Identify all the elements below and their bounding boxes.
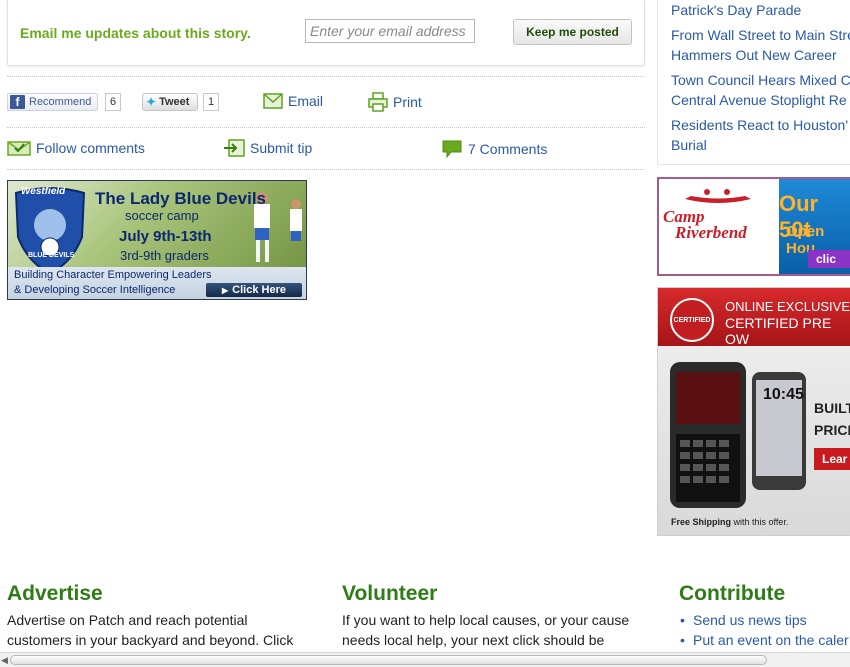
- follow-comments-label: Follow comments: [36, 140, 145, 156]
- tweet-label: Tweet: [159, 96, 190, 108]
- logo-bottom-text: BLUE DEVILS: [28, 252, 75, 259]
- advertise-text-2: customers in your backyard and beyond. C…: [7, 632, 294, 648]
- phone-ad-line-1: ONLINE EXCLUSIVE: [725, 299, 850, 314]
- free-shipping-note: Free Shipping with this offer.: [671, 517, 788, 527]
- phone-ad-price: PRICE: [814, 422, 850, 438]
- phone-clock: 10:45: [763, 386, 804, 403]
- speech-bubble-icon: [442, 140, 462, 159]
- print-link[interactable]: Print: [368, 92, 422, 112]
- tweet-button[interactable]: ✦ Tweet: [142, 93, 198, 111]
- submit-arrow-icon: [224, 139, 245, 157]
- ad-subtitle: soccer camp: [125, 208, 199, 223]
- volunteer-heading[interactable]: Volunteer: [342, 582, 662, 606]
- recommend-label: Recommend: [29, 96, 92, 108]
- camp-riverbend-brand: Camp Riverbend: [663, 208, 747, 242]
- tweet-count: 1: [203, 93, 220, 111]
- print-label: Print: [393, 94, 422, 110]
- scroll-left-arrow-icon[interactable]: ◀: [1, 655, 8, 666]
- email-label: Email: [288, 93, 324, 109]
- contribute-section: Contribute Send us news tips Put an even…: [679, 582, 850, 650]
- ad-tagline-1: Building Character Empowering Leaders: [14, 269, 212, 281]
- play-triangle-icon: ▶: [222, 285, 229, 295]
- divider: [7, 169, 645, 170]
- related-link[interactable]: From Wall Street to Main Stre: [671, 25, 850, 45]
- related-link[interactable]: Residents React to Houston': [671, 115, 848, 135]
- related-stories-list: Patrick's Day Parade From Wall Street to…: [657, 0, 850, 165]
- related-link[interactable]: Hammers Out New Career: [671, 45, 837, 65]
- scrollbar-thumb[interactable]: [10, 655, 767, 665]
- advertise-section: Advertise Advertise on Patch and reach p…: [7, 582, 327, 650]
- comments-link[interactable]: 7 Comments: [441, 139, 547, 159]
- contribute-item-event[interactable]: Put an event on the caler: [679, 630, 850, 650]
- facebook-recommend-button[interactable]: f Recommend: [7, 93, 98, 111]
- soccer-camp-ad[interactable]: Westfield BLUE DEVILS The Lady Blue Devi…: [7, 180, 307, 300]
- twitter-bird-icon: ✦: [146, 95, 157, 109]
- ad-click-here-label: Click Here: [232, 284, 286, 296]
- free-shipping-rest: with this offer.: [731, 517, 789, 527]
- keep-me-posted-button[interactable]: Keep me posted: [513, 19, 632, 45]
- blackberry-phone-image: [670, 362, 746, 508]
- printer-icon: [368, 92, 388, 112]
- ad-dates: July 9th-13th: [119, 228, 212, 245]
- certified-seal-icon: CERTIFIED: [670, 298, 714, 342]
- related-link[interactable]: Burial: [671, 135, 707, 155]
- phone-ad-built: BUILT: [814, 400, 850, 416]
- logo-top-text: Westfield: [21, 186, 66, 197]
- email-link[interactable]: Email: [263, 92, 323, 110]
- envelope-icon: [263, 93, 283, 109]
- contribute-list: Send us news tips Put an event on the ca…: [679, 610, 850, 650]
- comments-label: 7 Comments: [468, 141, 548, 157]
- ad-tagline-2: & Developing Soccer Intelligence: [14, 284, 176, 296]
- phone-offer-ad[interactable]: CERTIFIED ONLINE EXCLUSIVE CERTIFIED PRE…: [657, 287, 850, 536]
- learn-more-button[interactable]: Lear: [814, 448, 850, 470]
- horizontal-scrollbar[interactable]: ◀: [0, 652, 850, 667]
- recommend-count: 6: [105, 93, 122, 111]
- submit-tip-link[interactable]: Submit tip: [223, 139, 312, 157]
- camp-ad-click-button[interactable]: clic: [808, 250, 850, 268]
- facebook-icon: f: [10, 95, 25, 109]
- advertise-text-1: Advertise on Patch and reach potential: [7, 612, 248, 628]
- brand-line-2: Riverbend: [675, 223, 747, 242]
- phone-ad-line-2: CERTIFIED PRE OW: [725, 315, 832, 347]
- follow-comments-link[interactable]: Follow comments: [7, 139, 145, 157]
- volunteer-text-1: If you want to help local causes, or you…: [342, 612, 630, 628]
- email-input[interactable]: [305, 19, 475, 43]
- contribute-heading[interactable]: Contribute: [679, 582, 850, 606]
- divider: [7, 127, 645, 128]
- submit-tip-label: Submit tip: [250, 140, 313, 156]
- free-shipping-bold: Free Shipping: [671, 517, 732, 527]
- related-link[interactable]: Central Avenue Stoplight Re: [671, 90, 847, 110]
- follow-envelope-icon: [7, 141, 31, 156]
- related-link[interactable]: Town Council Hears Mixed C: [671, 70, 850, 90]
- ad-grades: 3rd-9th graders: [120, 248, 209, 263]
- advertise-heading[interactable]: Advertise: [7, 582, 327, 606]
- canoe-logo-icon: [685, 189, 751, 203]
- volunteer-text-2: needs local help, your next click should…: [342, 632, 605, 648]
- blue-devils-shield-logo: [14, 187, 86, 275]
- volunteer-section: Volunteer If you want to help local caus…: [342, 582, 662, 650]
- related-link[interactable]: Patrick's Day Parade: [671, 0, 801, 20]
- email-updates-box: Email me updates about this story. Keep …: [7, 0, 645, 66]
- divider: [7, 76, 645, 77]
- ad-click-here-button[interactable]: ▶ Click Here: [206, 283, 302, 297]
- camp-riverbend-ad[interactable]: Camp Riverbend Our 50t Open Hou clic: [657, 177, 850, 276]
- ad-title: The Lady Blue Devils: [95, 189, 266, 208]
- contribute-item-news-tips[interactable]: Send us news tips: [679, 610, 850, 630]
- email-updates-label: Email me updates about this story.: [20, 25, 251, 41]
